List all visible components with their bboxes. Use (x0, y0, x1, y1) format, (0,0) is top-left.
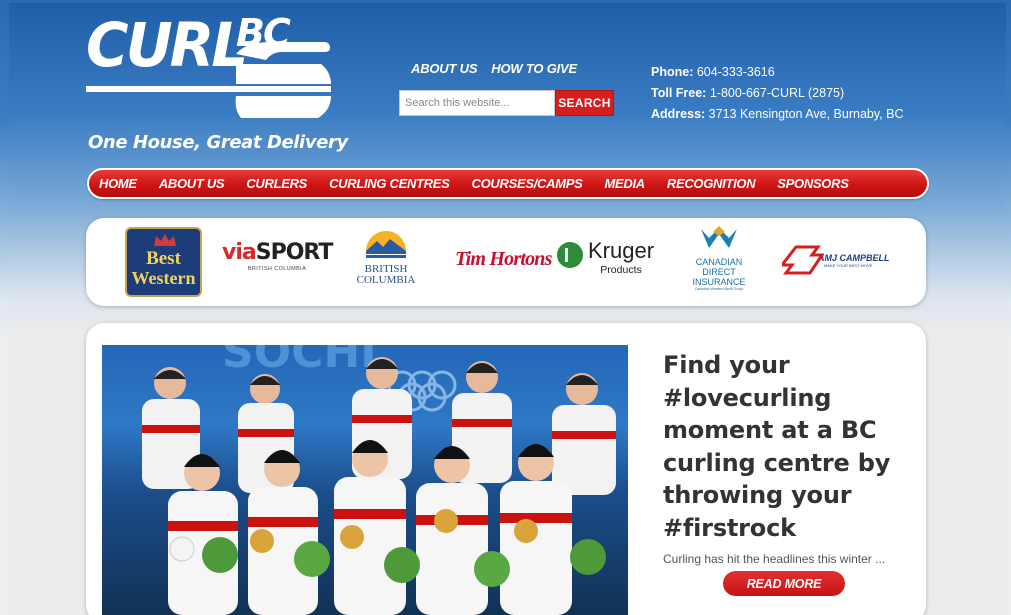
logo-word-curl: CURL (86, 9, 248, 81)
contact-tollfree: Toll Free: 1-800-667-CURL (2875) (651, 83, 903, 104)
read-more-button[interactable]: READ MORE (723, 571, 845, 596)
top-link-about-us[interactable]: ABOUT US (411, 61, 477, 76)
nav-item-about-us[interactable]: ABOUT US (159, 176, 225, 191)
tagline: One House, Great Delivery (88, 132, 348, 153)
viasport-via: via (222, 240, 257, 265)
kruger-mark-icon (557, 242, 583, 268)
sponsor-kruger-logo[interactable]: Kruger Products (557, 240, 654, 276)
amj-sub: MAKE YOUR BEST MOVE (824, 262, 873, 268)
team-photo-illustration: SOCHI (142, 345, 616, 615)
viasport-wordmark: viaSPORT (222, 240, 334, 265)
feature-headline[interactable]: Find your #lovecurling moment at a BC cu… (663, 349, 913, 544)
viasport-sub: BRITISH COLUMBIA (247, 266, 307, 272)
cdi-line2: DIRECT (702, 267, 736, 277)
nav-item-sponsors[interactable]: SPONSORS (777, 176, 849, 191)
cdi-line4: Canadian Western Bank Group (694, 287, 744, 291)
amj-name: AMJ CAMPBELL (818, 252, 890, 263)
sponsor-amj-campbell-logo[interactable]: AMJ CAMPBELL MAKE YOUR BEST MOVE (782, 245, 890, 275)
sponsor-tim-hortons-logo[interactable]: Tim Hortons (455, 248, 552, 271)
cdi-line1: CANADIAN (695, 257, 743, 267)
crown-icon (154, 234, 176, 246)
contact-address: Address: 3713 Kensington Ave, Burnaby, B… (651, 104, 903, 125)
nav-item-courses-camps[interactable]: COURSES/CAMPS (472, 176, 583, 191)
cdi-leaf-icon (701, 226, 737, 248)
contact-info: Phone: 604-333-3616 Toll Free: 1-800-667… (651, 62, 903, 125)
kruger-wordmark: Kruger Products (588, 238, 655, 277)
logo-word-bc: BC (236, 11, 291, 55)
feature-panel: SOCHI Find your #lovecurling moment at a… (86, 323, 926, 615)
contact-phone: Phone: 604-333-3616 (651, 62, 903, 83)
team-canada-photo[interactable]: SOCHI (102, 345, 628, 615)
cdi-line3: INSURANCE (692, 277, 746, 287)
address-label: Address: (651, 107, 706, 121)
viasport-sport: SPORT (255, 240, 334, 265)
top-link-how-to-give[interactable]: HOW TO GIVE (491, 61, 577, 76)
sponsors-bar: Best Western viaSPORT BRITISH COLUMBIA B… (86, 218, 926, 306)
address-value: 3713 Kensington Ave, Burnaby, BC (708, 107, 904, 121)
feature-excerpt: Curling has hit the headlines this winte… (663, 552, 886, 566)
tollfree-label: Toll Free: (651, 86, 707, 100)
sponsor-viasport-logo[interactable]: viaSPORT BRITISH COLUMBIA (222, 240, 334, 273)
sponsor-british-columbia-logo[interactable]: BRITISH COLUMBIA (354, 231, 418, 286)
amj-star-icon (782, 245, 824, 275)
best-western-line2: Western (131, 268, 196, 288)
amj-wordmark: AMJ CAMPBELL MAKE YOUR BEST MOVE (818, 253, 890, 268)
bc-sun-icon (366, 231, 406, 258)
nav-item-curlers[interactable]: CURLERS (246, 176, 307, 191)
photo-banner-text: SOCHI (222, 345, 377, 378)
search-form: SEARCH (399, 90, 614, 116)
phone-value: 604-333-3616 (696, 65, 775, 79)
sponsor-best-western-logo[interactable]: Best Western (125, 227, 202, 297)
nav-item-recognition[interactable]: RECOGNITION (667, 176, 756, 191)
nav-item-curling-centres[interactable]: CURLING CENTRES (329, 176, 450, 191)
search-input[interactable] (399, 90, 555, 116)
search-button[interactable]: SEARCH (555, 90, 614, 116)
best-western-line1: Best (146, 248, 181, 269)
kruger-sub: Products (600, 264, 642, 276)
top-links: ABOUT US HOW TO GIVE (411, 61, 577, 76)
bc-line2: COLUMBIA (356, 274, 416, 286)
kruger-name: Kruger (588, 238, 655, 263)
curlbc-logo[interactable]: CURL BC (86, 14, 346, 124)
nav-item-home[interactable]: HOME (99, 176, 137, 191)
nav-item-media[interactable]: MEDIA (604, 176, 645, 191)
main-nav: HOME ABOUT US CURLERS CURLING CENTRES CO… (87, 168, 929, 199)
tollfree-value: 1-800-667-CURL (2875) (709, 86, 845, 100)
sponsor-canadian-direct-insurance-logo[interactable]: CANADIAN DIRECT INSURANCE Canadian Weste… (684, 226, 754, 291)
phone-label: Phone: (651, 65, 694, 79)
